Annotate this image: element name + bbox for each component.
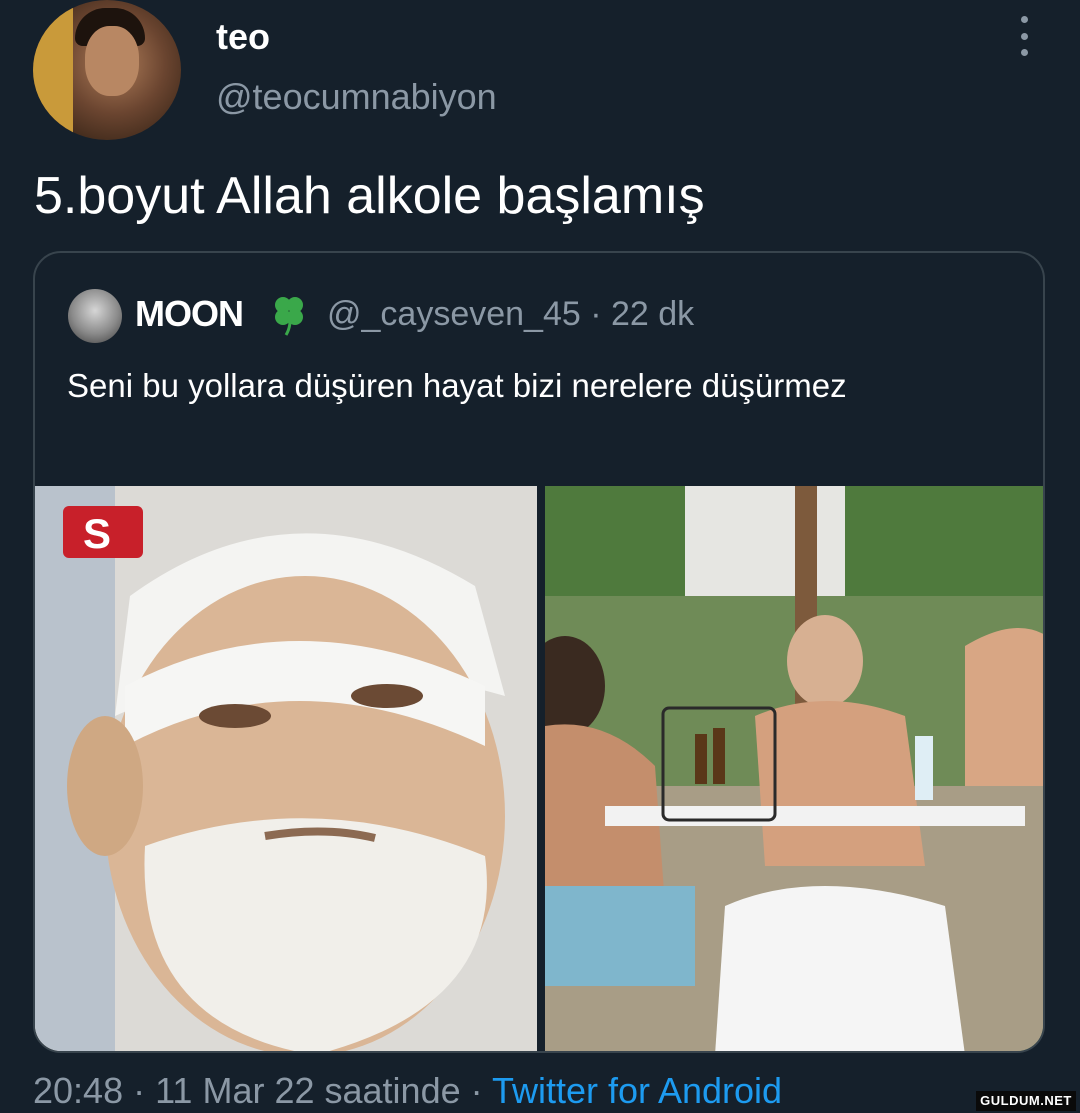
- quoted-tweet-card[interactable]: MOON @_cayseven_45 · 22 dk Seni bu yolla…: [33, 251, 1045, 1053]
- face-closeup-photo[interactable]: S: [35, 486, 537, 1051]
- tweet-time-date: 20:48 · 11 Mar 22 saatinde ·: [33, 1070, 492, 1111]
- watermark: GULDUM.NET: [976, 1091, 1076, 1111]
- quoted-author-avatar: [68, 289, 122, 343]
- svg-text:S: S: [83, 510, 111, 557]
- tweet-timestamp: 20:48 · 11 Mar 22 saatinde · Twitter for…: [33, 1070, 782, 1112]
- author-handle[interactable]: @teocumnabiyon: [216, 76, 497, 118]
- quoted-author-handle-time: @_cayseven_45 · 22 dk: [327, 295, 695, 333]
- four-leaf-clover-icon: [275, 297, 303, 336]
- quoted-tweet-text: Seni bu yollara düşüren hayat bizi nerel…: [67, 367, 847, 404]
- beach-table-photo[interactable]: [545, 486, 1043, 1051]
- tweet-source-link[interactable]: Twitter for Android: [492, 1070, 782, 1111]
- quoted-author-name: MOON: [135, 293, 244, 334]
- tweet-text: 5.boyut Allah alkole başlamış: [34, 167, 705, 225]
- author-name[interactable]: teo: [216, 16, 270, 58]
- author-avatar[interactable]: [33, 0, 181, 140]
- more-vertical-icon[interactable]: [1010, 16, 1038, 56]
- tweet-detail: teo @teocumnabiyon 5.boyut Allah alkole …: [0, 0, 1080, 1113]
- quoted-tweet-media: S: [35, 486, 1043, 1051]
